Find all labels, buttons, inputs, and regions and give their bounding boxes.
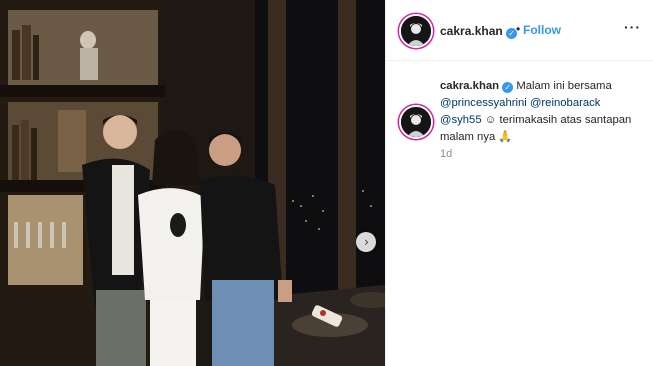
- mention-princessyahrini[interactable]: @princessyahrini: [440, 97, 527, 109]
- post-timestamp[interactable]: 1d: [440, 148, 452, 160]
- header-separator: •: [516, 22, 521, 36]
- photo-scene: [0, 0, 385, 366]
- mention-reinobarack[interactable]: @reinobarack: [530, 97, 601, 109]
- follow-button[interactable]: Follow: [523, 23, 561, 37]
- post-photo[interactable]: ›: [0, 0, 385, 366]
- smile-emoji-icon: ☺: [484, 114, 497, 126]
- post-caption: cakra.khan ✓ Malam ini bersama @princess…: [440, 78, 645, 146]
- more-options-icon[interactable]: ···: [624, 19, 641, 35]
- instagram-post: › cakra.khan ✓ • Follow ··· cakra.khan ✓…: [0, 0, 653, 366]
- caption-avatar-icon[interactable]: [399, 105, 433, 139]
- post-header: cakra.khan ✓ • Follow ···: [386, 0, 653, 61]
- carousel-next-button[interactable]: ›: [356, 232, 376, 252]
- profile-avatar-icon[interactable]: [399, 14, 433, 48]
- header-username[interactable]: cakra.khan ✓: [440, 24, 518, 39]
- caption-username[interactable]: cakra.khan: [440, 80, 499, 92]
- mention-syh55[interactable]: @syh55: [440, 114, 482, 126]
- pray-emoji-icon: 🙏: [498, 131, 513, 143]
- caption-verified-badge-icon: ✓: [502, 82, 514, 93]
- chevron-right-icon: ›: [364, 235, 369, 249]
- header-username-text[interactable]: cakra.khan: [440, 24, 503, 38]
- post-side-panel: cakra.khan ✓ • Follow ··· cakra.khan ✓ M…: [385, 0, 653, 366]
- caption-text-before: Malam ini bersama: [513, 80, 612, 92]
